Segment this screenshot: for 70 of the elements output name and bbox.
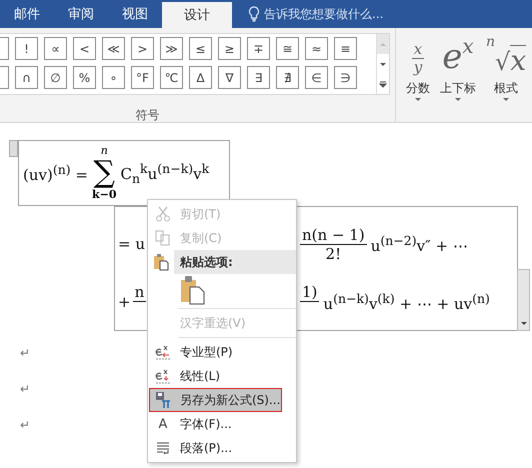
symbol-button[interactable]: °F [131, 66, 154, 89]
paragraph-icon [155, 440, 171, 456]
symbol-button[interactable]: ∆ [189, 66, 212, 89]
equation-text: (uv)$^{(n)}$ = [23, 162, 88, 184]
symbol-button[interactable]: ! [15, 37, 38, 60]
equation-text: 2! [326, 244, 342, 262]
paragraph-mark: ↵ [20, 346, 32, 360]
caret-icon [502, 97, 510, 103]
symbol-button[interactable]: < [73, 37, 96, 60]
symbol-button[interactable]: ∅ [44, 66, 67, 89]
menu-item[interactable]: 段落(P)... [149, 436, 295, 460]
symbol-button[interactable]: ∄ [276, 66, 299, 89]
equation-text: C$_{n}$$^{k}$u$^{(n−k)}$v$^{k}$ [120, 160, 210, 186]
symbol-button[interactable]: ∃ [247, 66, 270, 89]
symbol-button[interactable]: ≅ [276, 37, 299, 60]
paragraph-mark: ↵ [20, 418, 32, 432]
structure-button[interactable]: x y 分数 [406, 34, 430, 122]
menu-item[interactable]: A 字体(F)... [149, 412, 295, 436]
equation-text: n(n − 1) [300, 226, 367, 244]
symbol-button[interactable]: ∓ [247, 37, 270, 60]
ribbon-tab[interactable]: 审阅 [54, 0, 108, 28]
caret-icon [454, 97, 462, 103]
scroll-down-icon[interactable] [520, 321, 528, 327]
symbol-button[interactable]: ≤ [189, 37, 212, 60]
sum-limit: k−0 [92, 189, 116, 201]
ribbon-tab[interactable]: 视图 [108, 0, 162, 28]
symbol-button[interactable]: % [73, 66, 96, 89]
ribbon-tab[interactable]: 邮件 [0, 0, 54, 28]
scrollbar[interactable] [517, 269, 530, 331]
equation-text: n [132, 283, 146, 302]
equation-format-icon [154, 367, 172, 385]
menu-item[interactable]: 专业型(P) [149, 340, 295, 364]
caret-icon [414, 97, 422, 103]
symbol-button[interactable]: ℃ [160, 66, 183, 89]
equation-text: + [118, 293, 131, 311]
structure-button[interactable]: e$^{x}$ 上下标 [440, 34, 476, 122]
menu-item[interactable]: 另存为新公式(S)... [149, 388, 282, 412]
clipboard-icon [153, 253, 169, 271]
symbol-button[interactable]: ∝ [44, 37, 67, 60]
symbol-button[interactable]: ≈ [305, 37, 328, 60]
equation-text: u$^{(n−2)}$v″ + ⋯ [370, 233, 468, 255]
symbol-button[interactable]: ∋ [334, 66, 357, 89]
equation-handle[interactable] [9, 140, 18, 157]
sum-sign: ∑ [94, 157, 115, 189]
equation-text: 1) [300, 283, 320, 302]
lightbulb-icon [248, 6, 260, 22]
copy-icon [155, 230, 171, 246]
menu-item[interactable]: 线性(L) [149, 364, 295, 388]
symbol-button[interactable]: ≫ [160, 37, 183, 60]
menu-header: 粘贴选项: [174, 250, 296, 274]
equation-text: = u [118, 235, 145, 253]
symbol-button[interactable]: ≥ [218, 37, 241, 60]
equation-format-icon [154, 343, 172, 361]
ribbon-tab[interactable]: 设计 [162, 2, 232, 28]
symbol-button[interactable]: ∩ [15, 66, 38, 89]
symbol-button[interactable]: ∈ [305, 66, 328, 89]
equation-text: u$^{(n−k)}$v$^{(k)}$ + ⋯ + uv$^{(n)}$ [323, 291, 490, 313]
symbol-button[interactable]: ∘ [102, 66, 125, 89]
sum-limit: n [100, 145, 108, 157]
symbol-button[interactable]: ≪ [102, 37, 125, 60]
symbol-button[interactable]: ≡ [334, 37, 357, 60]
font-icon: A [158, 416, 168, 432]
paragraph-mark: ↵ [20, 382, 32, 396]
tell-me-field[interactable]: 告诉我您想要做什么... [264, 7, 464, 21]
group-label: 符号 [134, 107, 160, 124]
save-equation-icon [155, 391, 171, 409]
scissors-icon [155, 206, 171, 222]
symbol-button[interactable]: ∇ [218, 66, 241, 89]
symbol-button[interactable]: > [131, 37, 154, 60]
paste-option-icon[interactable] [180, 275, 206, 305]
